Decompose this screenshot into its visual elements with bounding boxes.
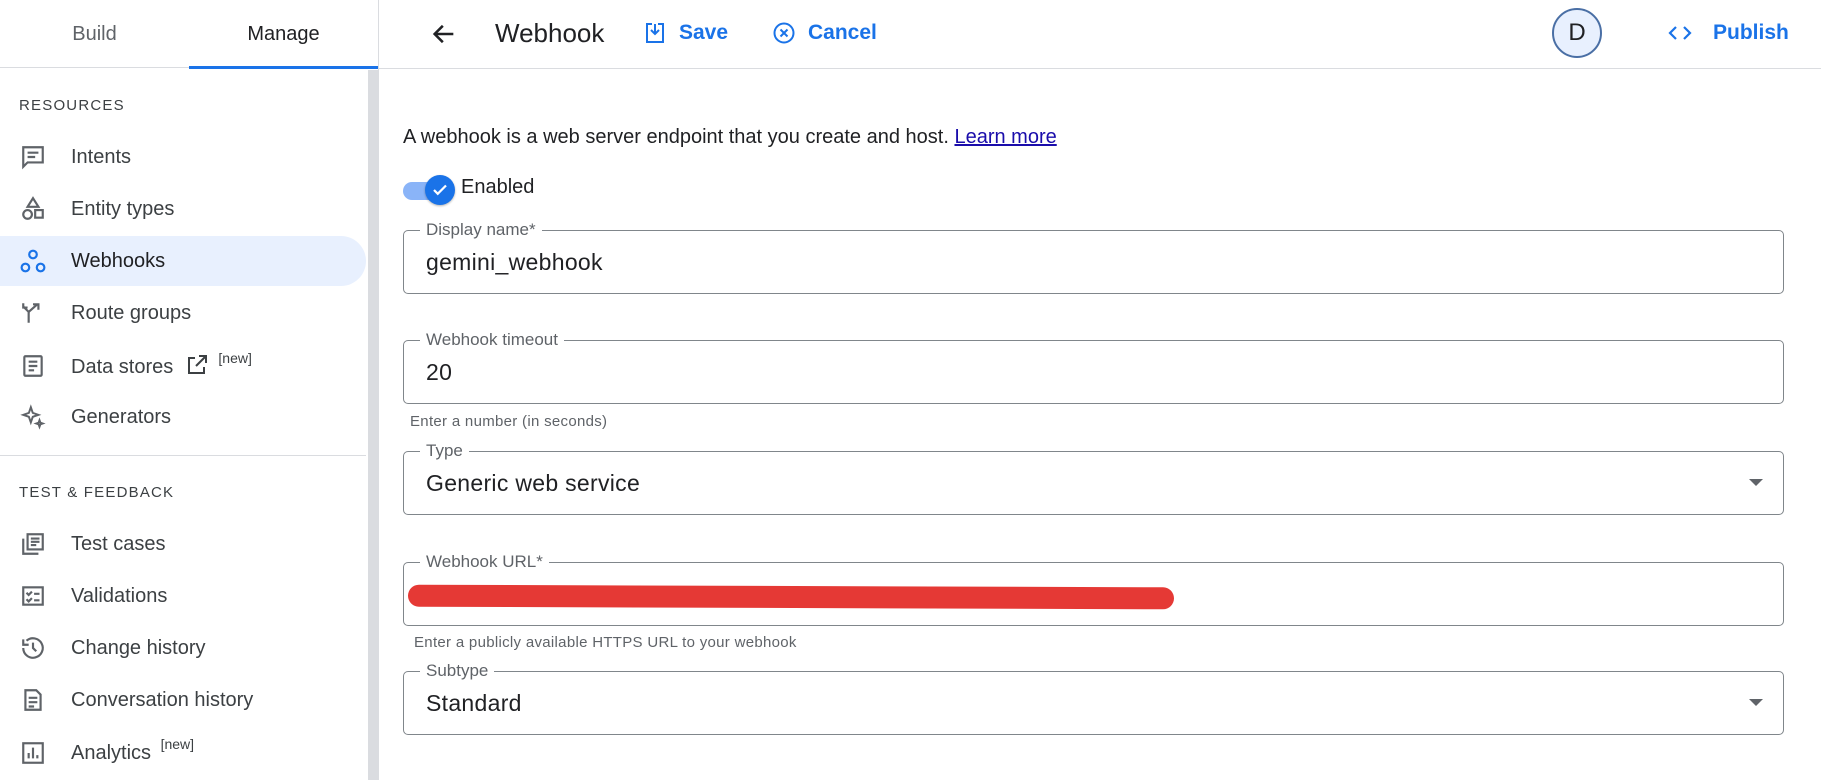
route-groups-icon [19, 299, 47, 327]
intents-icon [19, 143, 47, 171]
description-text: A webhook is a web server endpoint that … [403, 126, 949, 148]
save-label: Save [679, 21, 729, 44]
subtype-value: Standard [426, 690, 522, 716]
open-in-new-icon [187, 355, 207, 374]
sidebar-item-route-groups[interactable]: Route groups [0, 288, 366, 338]
enabled-label: Enabled [461, 176, 535, 198]
enabled-toggle[interactable] [403, 174, 455, 205]
new-badge: [new] [160, 735, 195, 752]
page-title: Webhook [495, 18, 605, 48]
sidebar-tabs: Build Manage [0, 0, 379, 69]
dropdown-arrow-icon [1749, 699, 1763, 706]
type-value: Generic web service [426, 470, 641, 496]
description: A webhook is a web server endpoint that … [403, 126, 1057, 149]
generators-icon [19, 403, 47, 431]
sidebar-item-label: Test cases [71, 532, 166, 555]
webhook-timeout-field[interactable]: Webhook timeout 20 [403, 330, 1784, 404]
sidebar-item-label: Validations [71, 584, 168, 607]
cancel-button[interactable]: Cancel [772, 18, 877, 48]
webhook-timeout-label: Webhook timeout [420, 330, 564, 350]
cancel-icon [773, 22, 795, 44]
sidebar: Build Manage RESOURCES Intents Entity ty… [0, 0, 379, 780]
sidebar-item-entity-types[interactable]: Entity types [0, 184, 366, 234]
code-icon [1668, 26, 1692, 40]
webhook-url-label: Webhook URL* [420, 552, 549, 572]
publish-label: Publish [1713, 21, 1789, 44]
sidebar-divider [0, 455, 366, 456]
back-button[interactable] [427, 17, 461, 51]
sidebar-item-label: Generators [71, 405, 172, 428]
type-label: Type [420, 441, 469, 461]
sidebar-item-label: Intents [71, 145, 132, 168]
sidebar-item-label: Change history [71, 636, 206, 659]
type-select[interactable]: Type Generic web service [403, 441, 1784, 515]
data-stores-icon [19, 352, 47, 380]
data-stores-label: Data stores [71, 356, 174, 378]
sidebar-item-conversation-history[interactable]: Conversation history [0, 675, 366, 725]
sidebar-item-generators[interactable]: Generators [0, 392, 366, 442]
subtype-label: Subtype [420, 661, 495, 681]
subtype-select[interactable]: Subtype Standard [403, 661, 1784, 735]
publish-button[interactable]: Publish [1667, 18, 1789, 48]
sidebar-item-label: Route groups [71, 301, 192, 324]
analytics-icon [19, 739, 47, 767]
timeout-hint: Enter a number (in seconds) [410, 413, 608, 430]
toggle-knob [425, 175, 455, 205]
save-icon [646, 23, 664, 43]
cancel-label: Cancel [808, 21, 877, 44]
check-icon [433, 184, 447, 196]
sidebar-item-analytics[interactable]: Analytics [new] [0, 728, 366, 778]
display-name-field[interactable]: Display name* gemini_webhook [403, 220, 1784, 294]
sidebar-item-webhooks[interactable]: Webhooks [0, 236, 366, 286]
tab-build[interactable]: Build [0, 0, 189, 68]
save-button[interactable]: Save [643, 18, 728, 48]
learn-more-link[interactable]: Learn more [954, 126, 1056, 148]
webhook-url-field[interactable]: Webhook URL* [403, 552, 1784, 626]
resources-section-title: RESOURCES [19, 97, 125, 114]
sidebar-scrollbar[interactable] [368, 70, 379, 780]
sidebar-item-validations[interactable]: Validations [0, 571, 366, 621]
sidebar-item-change-history[interactable]: Change history [0, 623, 366, 673]
test-cases-icon [19, 530, 47, 558]
sidebar-item-label: Webhooks [71, 249, 166, 272]
sidebar-item-intents[interactable]: Intents [0, 132, 366, 182]
sidebar-item-label: Entity types [71, 197, 175, 220]
dropdown-arrow-icon [1749, 479, 1763, 486]
arrow-back-icon [432, 24, 454, 44]
avatar[interactable]: D [1552, 8, 1602, 58]
sidebar-item-label: Analytics [new] [71, 736, 194, 765]
url-hint: Enter a publicly available HTTPS URL to … [414, 634, 797, 651]
new-badge: [new] [218, 350, 252, 366]
entity-types-icon [19, 195, 47, 223]
history-icon [19, 634, 47, 662]
test-feedback-section-title: TEST & FEEDBACK [19, 484, 175, 501]
sidebar-item-label: Conversation history [71, 688, 254, 711]
webhooks-icon [19, 247, 47, 275]
top-bar: Webhook Save Cancel D Publish [379, 0, 1821, 69]
validations-icon [19, 582, 47, 610]
sidebar-item-label: Data stores [new] [71, 350, 252, 379]
tab-manage[interactable]: Manage [189, 0, 378, 69]
webhook-timeout-value: 20 [426, 359, 453, 385]
sidebar-item-test-cases[interactable]: Test cases [0, 519, 366, 569]
conversation-history-icon [19, 686, 47, 714]
display-name-label: Display name* [420, 220, 542, 240]
sidebar-item-data-stores[interactable]: Data stores [new] [0, 341, 366, 391]
analytics-label: Analytics [71, 741, 152, 764]
display-name-value: gemini_webhook [426, 249, 603, 275]
webhook-form: A webhook is a web server endpoint that … [379, 70, 1821, 780]
redaction-mark [407, 584, 1175, 610]
